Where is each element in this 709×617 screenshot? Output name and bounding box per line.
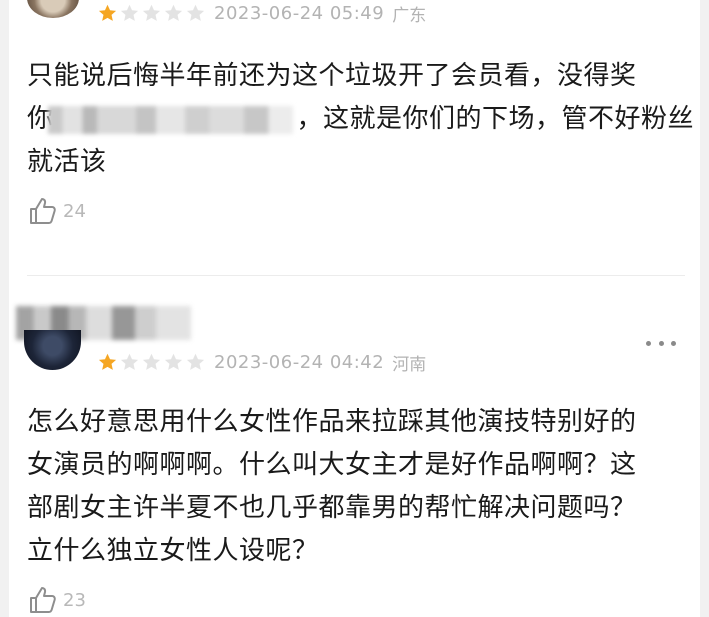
star-filled-icon [98, 353, 117, 370]
comment-body: 只能说后悔半年前还为这个垃圾开了会员看，没得奖 你，这就是你们的下场，管不好粉丝… [27, 55, 694, 184]
right-margin [700, 0, 709, 617]
comment-location: 广东 [392, 6, 427, 26]
more-options-icon [671, 340, 676, 346]
comment-line: 立什么独立女性人设呢？ [27, 536, 319, 566]
comment-body: 怎么好意思用什么女性作品来拉踩其他演技特别好的 女演员的啊啊啊。什么叫大女主才是… [27, 401, 687, 573]
star-empty-icon [186, 353, 205, 370]
comment-timestamp: 2023-06-24 05:49 [214, 3, 385, 24]
comment-line-suffix: ，这就是你们的下场，管不好粉丝 [296, 104, 695, 134]
redacted-text [47, 105, 293, 134]
star-empty-icon [164, 353, 183, 370]
comment-timestamp: 2023-06-24 04:42 [214, 352, 385, 373]
avatar[interactable] [24, 330, 81, 370]
star-empty-icon [142, 4, 161, 21]
like-count: 24 [63, 200, 86, 222]
star-empty-icon [164, 4, 183, 21]
like-button[interactable]: 23 [27, 584, 86, 616]
left-margin [0, 0, 9, 617]
comment-meta: 2023-06-24 04:42 河南 [97, 350, 426, 375]
comment-line: 女演员的啊啊啊。什么叫大女主才是好作品啊啊？这 [27, 450, 637, 480]
comment-line: 你，这就是你们的下场，管不好粉丝 [27, 98, 694, 141]
star-empty-icon [120, 4, 139, 21]
star-empty-icon [142, 353, 161, 370]
more-options-button[interactable] [646, 333, 676, 353]
more-options-icon [658, 340, 664, 346]
comment-location: 河南 [392, 355, 427, 375]
star-empty-icon [186, 4, 205, 21]
like-count: 23 [63, 589, 86, 611]
like-button[interactable]: 24 [27, 195, 86, 227]
comment-meta: 2023-06-24 05:49 广东 [97, 1, 426, 26]
thumbs-up-icon [30, 198, 56, 224]
star-filled-icon [98, 4, 117, 21]
comment-line: 怎么好意思用什么女性作品来拉踩其他演技特别好的 [27, 407, 637, 437]
star-rating [97, 3, 206, 24]
more-options-icon [646, 340, 651, 346]
comment-line: 只能说后悔半年前还为这个垃圾开了会员看，没得奖 [27, 61, 637, 91]
thumbs-up-icon [30, 587, 56, 613]
avatar[interactable] [27, 0, 79, 18]
star-empty-icon [120, 353, 139, 370]
comment-divider [27, 275, 685, 276]
comment-feed: 2023-06-24 05:49 广东 只能说后悔半年前还为这个垃圾开了会员看，… [0, 0, 709, 617]
comment-line: 就活该 [27, 147, 107, 177]
star-rating [97, 352, 206, 373]
comment-line: 部剧女主许半夏不也几乎都靠男的帮忙解决问题吗？ [27, 493, 637, 523]
